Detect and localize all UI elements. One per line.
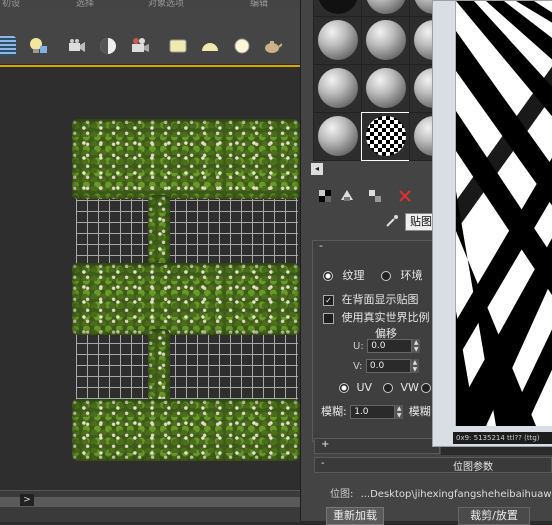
coordinates-rollout: - 纹理 环境 ✓ 在背面显示贴图 使用真实世界比例 偏移 U: 0.0 ▲ ▼ V… bbox=[312, 239, 442, 442]
material-slot[interactable] bbox=[361, 16, 410, 65]
bitmap-parameters: - 位图参数 位图: ...Desktop\jihexingfangshehei… bbox=[312, 455, 552, 525]
environ-radio[interactable] bbox=[381, 271, 391, 281]
material-slot[interactable] bbox=[313, 112, 362, 161]
wu-radio[interactable] bbox=[421, 383, 431, 393]
noise-rollout-bar[interactable]: + bbox=[314, 438, 440, 454]
show-map-on-back-checkbox[interactable]: ✓ bbox=[323, 294, 334, 306]
uv-radio[interactable] bbox=[339, 383, 349, 393]
bitmap-path-button[interactable]: ...Desktop\jihexingfangsheheibaihuawe bbox=[361, 489, 552, 500]
hedge-top bbox=[72, 119, 300, 199]
vw-label: VW bbox=[400, 381, 419, 394]
u-offset-spinner[interactable]: ▲ ▼ bbox=[412, 339, 421, 353]
slot-scroll-left-icon[interactable]: ◂ bbox=[311, 163, 323, 175]
vw-radio[interactable] bbox=[383, 383, 393, 393]
preview-status-text: 0x9: 5135214 ttl?? (ttg) bbox=[453, 432, 552, 444]
u-offset-input[interactable]: 0.0 bbox=[367, 339, 413, 353]
rectangle-light-icon[interactable] bbox=[168, 36, 188, 56]
texture-radio[interactable] bbox=[323, 271, 333, 281]
show-map-on-back-option[interactable]: ✓ 在背面显示贴图 bbox=[323, 291, 419, 307]
sphere-light-icon[interactable] bbox=[232, 36, 252, 56]
bitmap-path-row: 位图: ...Desktop\jihexingfangsheheibaihuaw… bbox=[330, 485, 552, 500]
real-world-option[interactable]: 使用真实世界比例 bbox=[323, 309, 430, 325]
reload-button[interactable]: 重新加载 bbox=[326, 507, 384, 525]
main-toolbar bbox=[0, 8, 300, 65]
u-offset-row: U: 0.0 ▲ ▼ bbox=[353, 339, 421, 353]
uv-option[interactable]: UV bbox=[339, 381, 372, 394]
bitmap-label: 位图: bbox=[330, 489, 354, 500]
hedge-middle bbox=[72, 263, 300, 335]
hedge-bottom bbox=[72, 399, 300, 461]
light-bulb-icon[interactable] bbox=[28, 36, 48, 56]
material-slot-checker[interactable] bbox=[361, 112, 410, 161]
v-offset-spinner[interactable]: ▲ ▼ bbox=[410, 359, 419, 373]
blur-row: 模糊: 1.0 ▲ ▼ 模糊 bbox=[321, 403, 431, 419]
viewport[interactable] bbox=[0, 65, 300, 492]
material-slot[interactable] bbox=[361, 64, 410, 113]
crop-placement-button[interactable]: 裁剪/放置 bbox=[458, 507, 530, 525]
material-slot[interactable] bbox=[313, 64, 362, 113]
eyedropper-icon[interactable] bbox=[385, 214, 399, 228]
sphere-half-icon[interactable] bbox=[98, 36, 118, 56]
v-label: V: bbox=[353, 361, 363, 372]
environ-option[interactable]: 环境 bbox=[381, 267, 423, 283]
put-to-scene-icon[interactable] bbox=[339, 188, 355, 204]
hedge-stem-upper bbox=[148, 195, 170, 265]
real-world-checkbox[interactable] bbox=[323, 312, 334, 324]
material-slot[interactable] bbox=[313, 16, 362, 65]
u-label: U: bbox=[353, 341, 364, 352]
real-world-label: 使用真实世界比例 bbox=[341, 311, 430, 324]
timeline-strip: > bbox=[0, 490, 300, 522]
get-material-icon[interactable] bbox=[317, 188, 333, 204]
video-camera-icon[interactable] bbox=[130, 36, 150, 56]
wu-option[interactable] bbox=[421, 381, 431, 394]
v-offset-input[interactable]: 0.0 bbox=[365, 359, 411, 373]
time-slider[interactable] bbox=[0, 497, 300, 507]
camera-icon[interactable] bbox=[66, 36, 86, 56]
next-frame-button[interactable]: > bbox=[20, 494, 34, 506]
hedge-stem-lower bbox=[148, 329, 170, 405]
bitmap-params-collapse[interactable]: - bbox=[321, 458, 325, 469]
assign-material-icon[interactable] bbox=[367, 188, 383, 204]
rollout-collapse[interactable]: - bbox=[319, 239, 323, 252]
preview-left-frame bbox=[433, 1, 453, 446]
bitmap-params-bar[interactable]: - 位图参数 bbox=[314, 457, 552, 473]
checker-texture-image bbox=[455, 1, 552, 426]
texture-preview-window[interactable]: 0x9: 5135214 ttl?? (ttg) bbox=[432, 0, 552, 447]
vw-option[interactable]: VW bbox=[383, 381, 419, 394]
blur-spinner[interactable]: ▲ ▼ bbox=[395, 405, 404, 419]
teapot-icon[interactable] bbox=[262, 36, 283, 56]
dome-light-icon[interactable] bbox=[200, 36, 220, 56]
environ-label: 环境 bbox=[400, 269, 423, 282]
v-offset-row: V: 0.0 ▲ ▼ bbox=[353, 359, 419, 373]
list-icon[interactable] bbox=[0, 36, 16, 56]
uv-label: UV bbox=[356, 381, 373, 394]
menu-bar: 初设 选择 对象选项 编辑 bbox=[0, 0, 300, 9]
blur-input[interactable]: 1.0 bbox=[350, 405, 396, 419]
bitmap-params-title: 位图参数 bbox=[453, 462, 493, 473]
show-map-on-back-label: 在背面显示贴图 bbox=[341, 293, 419, 306]
blur-offset-label: 模糊 bbox=[408, 405, 431, 418]
texture-option[interactable]: 纹理 bbox=[323, 267, 365, 283]
noise-rollout-expand[interactable]: + bbox=[321, 439, 329, 450]
blur-label: 模糊: bbox=[321, 405, 347, 418]
delete-icon[interactable] bbox=[397, 188, 413, 204]
texture-label: 纹理 bbox=[342, 269, 365, 282]
